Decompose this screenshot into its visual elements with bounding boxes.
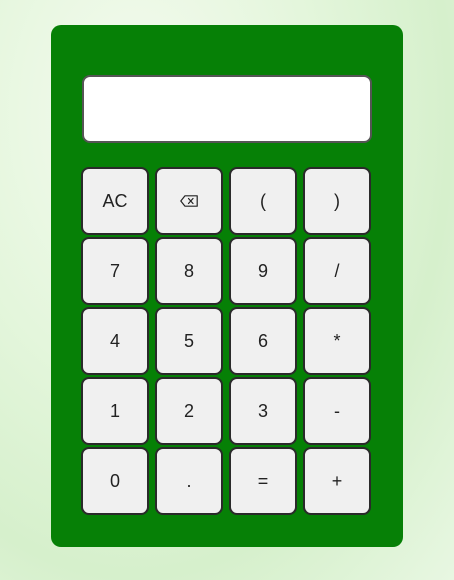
key-label: *: [333, 330, 341, 351]
digit-4-button[interactable]: 4: [81, 307, 149, 375]
add-button[interactable]: +: [303, 447, 371, 515]
key-label: 5: [183, 330, 194, 351]
key-label: 0: [109, 470, 120, 491]
close-paren-button[interactable]: ): [303, 167, 371, 235]
digit-0-button[interactable]: 0: [81, 447, 149, 515]
digit-5-button[interactable]: 5: [155, 307, 223, 375]
digit-8-button[interactable]: 8: [155, 237, 223, 305]
key-label: (: [260, 190, 266, 211]
digit-3-button[interactable]: 3: [229, 377, 297, 445]
divide-button[interactable]: /: [303, 237, 371, 305]
equals-button[interactable]: =: [229, 447, 297, 515]
key-label: =: [257, 470, 269, 491]
clear-button[interactable]: AC: [81, 167, 149, 235]
key-label: 4: [109, 330, 120, 351]
backspace-button[interactable]: [155, 167, 223, 235]
keypad: AC ( ) 7 8 9 / 4 5 6 * 1 2 3 - 0 . = +: [81, 167, 371, 515]
key-label: 8: [183, 260, 194, 281]
key-label: 9: [257, 260, 268, 281]
key-label: 2: [183, 400, 194, 421]
calculator-body: AC ( ) 7 8 9 / 4 5 6 * 1 2 3 - 0 . = +: [51, 25, 403, 547]
digit-1-button[interactable]: 1: [81, 377, 149, 445]
key-label: +: [331, 470, 343, 491]
digit-2-button[interactable]: 2: [155, 377, 223, 445]
subtract-button[interactable]: -: [303, 377, 371, 445]
digit-9-button[interactable]: 9: [229, 237, 297, 305]
digit-6-button[interactable]: 6: [229, 307, 297, 375]
open-paren-button[interactable]: (: [229, 167, 297, 235]
key-label: ): [334, 190, 340, 211]
key-label: 6: [257, 330, 268, 351]
decimal-button[interactable]: .: [155, 447, 223, 515]
key-label: 1: [109, 400, 120, 421]
key-label: AC: [102, 190, 128, 211]
key-label: 3: [257, 400, 268, 421]
multiply-button[interactable]: *: [303, 307, 371, 375]
calculator-display[interactable]: [82, 75, 372, 143]
key-label: -: [334, 400, 340, 421]
key-label: /: [334, 260, 340, 281]
digit-7-button[interactable]: 7: [81, 237, 149, 305]
key-label: 7: [109, 260, 120, 281]
backspace-icon: [180, 195, 198, 207]
key-label: .: [186, 470, 192, 491]
